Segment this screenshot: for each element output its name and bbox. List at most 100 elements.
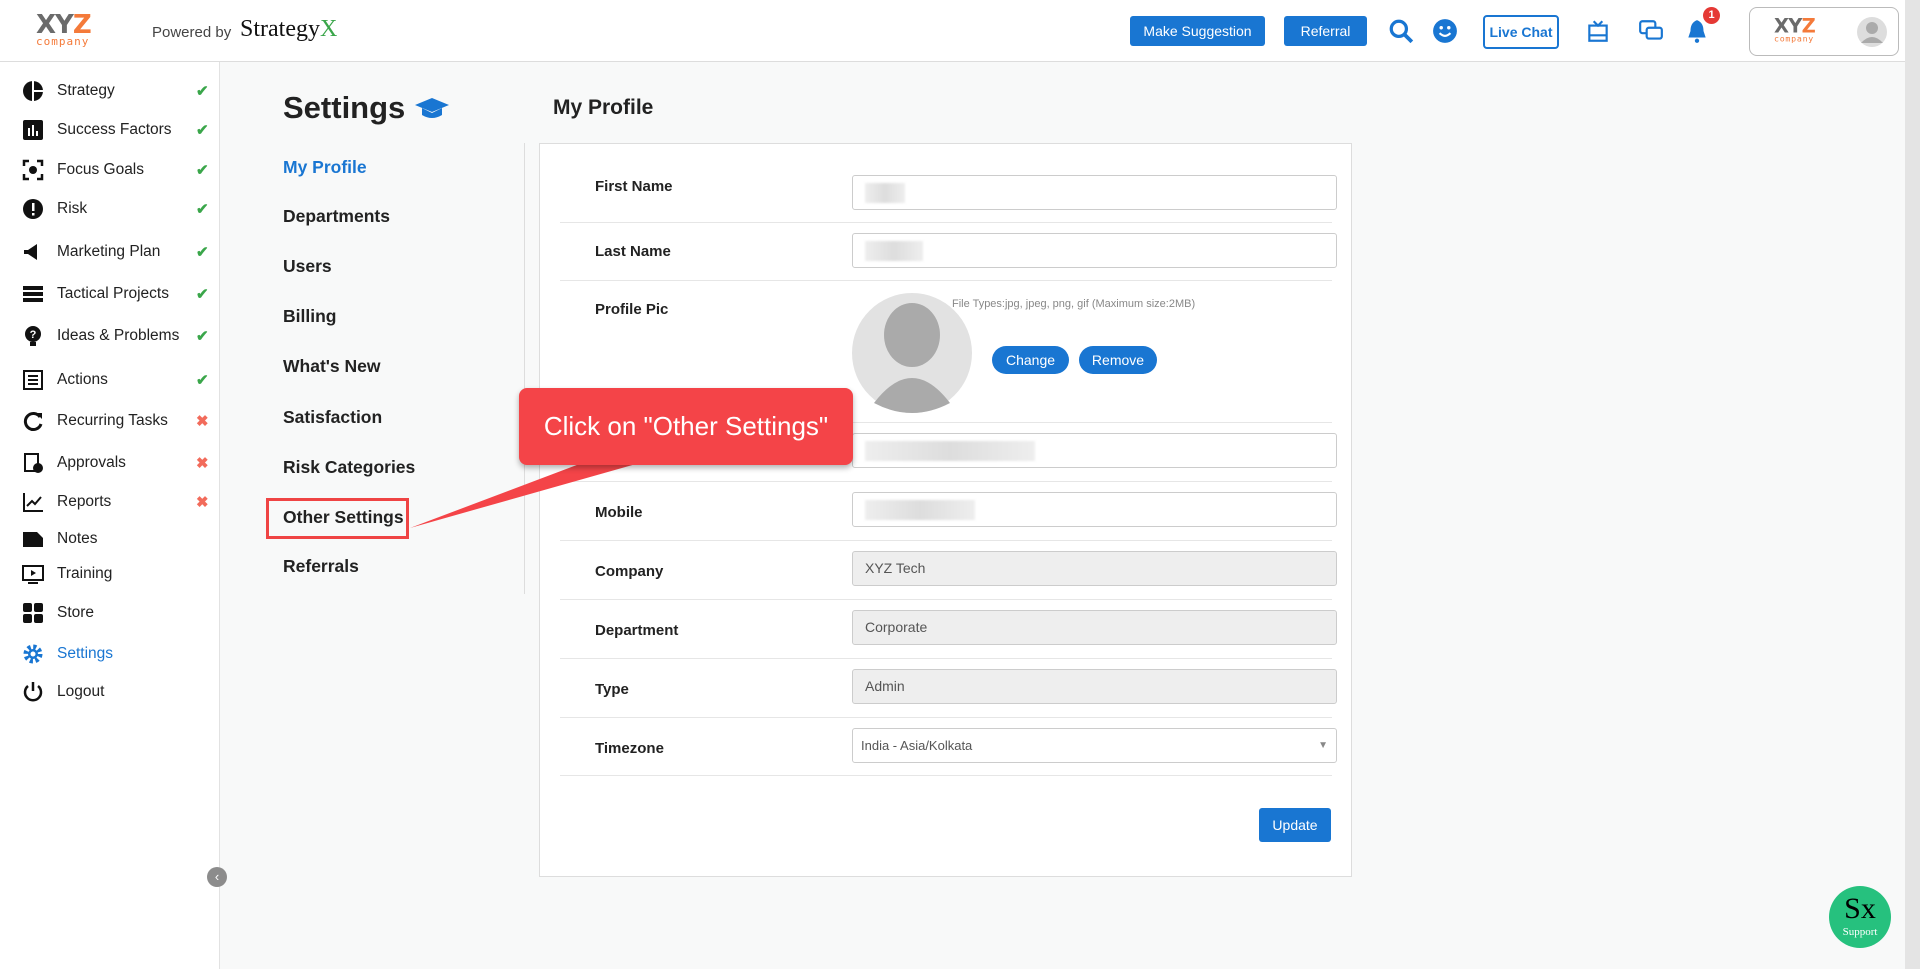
highlight-box: [266, 498, 409, 539]
pie-chart-icon: [23, 81, 43, 101]
type-input: Admin: [852, 669, 1337, 704]
company-logo[interactable]: XYZ company: [36, 12, 120, 48]
my-profile-title: My Profile: [553, 96, 654, 119]
cross-icon: ✖: [196, 494, 209, 511]
company-logo-small: XYZ company: [1774, 15, 1816, 44]
settings-nav-billing[interactable]: Billing: [283, 306, 336, 327]
timezone-row: Timezone India - Asia/Kolkata ▼: [560, 718, 1337, 776]
bar-chart-icon: [23, 120, 43, 140]
sidebar-item-label: Tactical Projects: [57, 285, 169, 302]
email-input[interactable]: [852, 433, 1337, 468]
avatar[interactable]: [1857, 17, 1887, 47]
settings-nav-what-s-new[interactable]: What's New: [283, 356, 381, 377]
target-icon: [22, 159, 44, 181]
first-name-input[interactable]: [852, 175, 1337, 210]
svg-text:?: ?: [30, 329, 37, 341]
smiley-icon[interactable]: [1432, 18, 1458, 44]
video-icon: [22, 565, 44, 584]
chevron-down-icon: ▼: [1318, 740, 1328, 751]
type-label: Type: [595, 681, 629, 698]
type-row: Type Admin: [560, 659, 1337, 718]
profile-menu[interactable]: XYZ company: [1749, 7, 1899, 56]
sidebar-item-logout[interactable]: Logout: [0, 677, 220, 707]
check-icon: ✔: [196, 162, 209, 179]
notification-badge: 1: [1703, 7, 1720, 24]
profile-pic-label: Profile Pic: [595, 301, 669, 318]
power-icon: [23, 682, 43, 702]
sidebar-item-tactical-projects[interactable]: Tactical Projects ✔: [0, 279, 220, 309]
cross-icon: ✖: [196, 413, 209, 430]
change-picture-button[interactable]: Change: [992, 346, 1069, 374]
sidebar-item-label: Risk: [57, 200, 88, 217]
check-icon: ✔: [196, 286, 209, 303]
collapse-sidebar-button[interactable]: ‹: [207, 867, 227, 887]
megaphone-icon: [24, 244, 37, 260]
list-icon: [23, 370, 43, 390]
graduation-cap-icon: [414, 98, 449, 118]
sidebar-item-success-factors[interactable]: Success Factors ✔: [0, 115, 220, 145]
sidebar-item-label: Strategy: [57, 82, 115, 99]
search-icon[interactable]: [1388, 18, 1414, 44]
first-name-label: First Name: [595, 178, 673, 195]
line-chart-icon: [23, 493, 43, 512]
mobile-input[interactable]: [852, 492, 1337, 527]
timezone-label: Timezone: [595, 740, 664, 757]
sidebar-item-ideas-problems[interactable]: ? Ideas & Problems ✔: [0, 321, 220, 351]
check-icon: ✔: [196, 201, 209, 218]
sidebar-item-training[interactable]: Training: [0, 559, 220, 589]
sidebar-item-label: Store: [57, 604, 95, 621]
profile-card: First Name Last Name Profile Pic File Ty…: [539, 143, 1352, 877]
update-button[interactable]: Update: [1259, 808, 1331, 842]
sidebar-item-strategy[interactable]: Strategy ✔: [0, 76, 220, 106]
sidebar-item-risk[interactable]: Risk ✔: [0, 194, 220, 224]
exclamation-icon: [23, 199, 43, 219]
sidebar-item-approvals[interactable]: Approvals ✖: [0, 448, 220, 478]
profile-picture: [852, 293, 972, 413]
sidebar-item-label: Training: [57, 565, 113, 582]
sidebar-item-recurring-tasks[interactable]: Recurring Tasks ✖: [0, 406, 220, 436]
sidebar-item-marketing-plan[interactable]: Marketing Plan ✔: [0, 237, 220, 267]
note-icon: [23, 532, 43, 547]
file-types-hint: File Types:jpg, jpeg, png, gif (Maximum …: [952, 298, 1196, 310]
timezone-select[interactable]: India - Asia/Kolkata ▼: [852, 728, 1337, 763]
sidebar-item-store[interactable]: Store: [0, 598, 220, 628]
settings-nav-referrals[interactable]: Referrals: [283, 556, 359, 577]
gear-icon: [23, 644, 43, 664]
sidebar-item-label: Actions: [57, 371, 108, 388]
check-icon: ✔: [196, 372, 209, 389]
settings-nav-departments[interactable]: Departments: [283, 206, 390, 227]
settings-title: Settings: [283, 90, 450, 126]
sidebar-item-label: Marketing Plan: [57, 243, 161, 260]
settings-nav-users[interactable]: Users: [283, 256, 332, 277]
sidebar-item-label: Reports: [57, 493, 112, 510]
sidebar-item-settings[interactable]: Settings: [0, 639, 220, 669]
sidebar-item-label: Notes: [57, 530, 98, 547]
scrollbar[interactable]: [1905, 0, 1920, 969]
sidebar-item-reports[interactable]: Reports ✖: [0, 487, 220, 517]
support-button[interactable]: Sx Support: [1829, 886, 1891, 948]
sidebar-item-actions[interactable]: Actions ✔: [0, 365, 220, 395]
top-bar: XYZ company Powered by StrategyX Make Sug…: [0, 0, 1905, 62]
referral-button[interactable]: Referral: [1284, 16, 1367, 46]
bars-icon: [23, 286, 43, 302]
gift-icon[interactable]: [1585, 18, 1611, 44]
sidebar-item-label: Focus Goals: [57, 161, 145, 178]
settings-nav-risk-categories[interactable]: Risk Categories: [283, 457, 415, 478]
settings-nav-my-profile[interactable]: My Profile: [283, 157, 367, 178]
sidebar-item-label: Approvals: [57, 454, 126, 471]
check-icon: ✔: [196, 244, 209, 261]
live-chat-button[interactable]: Live Chat: [1483, 15, 1559, 49]
chat-icon[interactable]: [1638, 18, 1664, 44]
remove-picture-button[interactable]: Remove: [1079, 346, 1157, 374]
company-label: Company: [595, 563, 664, 580]
lightbulb-question-icon: ?: [25, 326, 41, 346]
make-suggestion-button[interactable]: Make Suggestion: [1130, 16, 1265, 46]
sidebar-item-label: Ideas & Problems: [57, 327, 180, 344]
sidebar-item-focus-goals[interactable]: Focus Goals ✔: [0, 155, 220, 185]
settings-nav-satisfaction[interactable]: Satisfaction: [283, 407, 382, 428]
sidebar-item-notes[interactable]: Notes: [0, 524, 220, 554]
refresh-icon: [23, 412, 43, 431]
last-name-input[interactable]: [852, 233, 1337, 268]
first-name-row: First Name: [560, 144, 1337, 223]
check-icon: ✔: [196, 83, 209, 100]
